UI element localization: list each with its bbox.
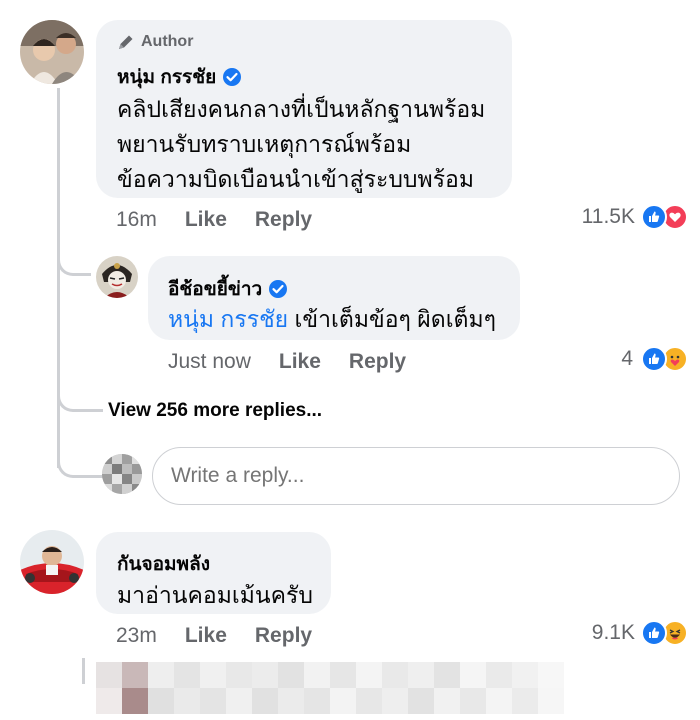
comment-actions: 16m Like Reply: [116, 208, 312, 232]
reply-input[interactable]: [152, 447, 680, 505]
thread-curve-input: [57, 440, 103, 478]
like-reaction-icon: [641, 204, 667, 230]
reaction-summary[interactable]: 4: [621, 346, 688, 372]
reply-actions: Just now Like Reply: [168, 350, 406, 374]
reply-text: หนุ่ม กรรชัย เข้าเต็มข้อๆ ผิดเต็มๆ: [168, 302, 496, 338]
reply-text-body: เข้าเต็มข้อๆ ผิดเต็มๆ: [288, 306, 497, 332]
avatar[interactable]: [96, 256, 138, 298]
like-reaction-icon: [641, 620, 667, 646]
reply-button[interactable]: Reply: [349, 350, 406, 374]
reaction-count[interactable]: 4: [621, 347, 633, 371]
comment-text-line: พยานรับทราบเหตุการณ์พร้อม: [117, 131, 412, 157]
timestamp[interactable]: 23m: [116, 624, 157, 648]
like-button[interactable]: Like: [279, 350, 321, 374]
verified-badge-icon: [223, 68, 242, 86]
avatar[interactable]: [20, 20, 84, 84]
comment-text: มาอ่านคอมเม้นครับ: [117, 582, 313, 608]
view-more-replies[interactable]: View 256 more replies...: [108, 400, 322, 422]
author-badge: Author: [117, 33, 193, 51]
comment-text-line: คลิปเสียงคนกลางที่เป็นหลักฐานพร้อม: [117, 96, 486, 122]
pencil-icon: [119, 35, 133, 49]
timestamp[interactable]: 16m: [116, 208, 157, 232]
avatar[interactable]: [20, 530, 84, 594]
comment-actions: 23m Like Reply: [116, 624, 312, 648]
thread-line: [57, 88, 60, 468]
like-button[interactable]: Like: [185, 624, 227, 648]
verified-badge-icon: [269, 280, 288, 298]
blurred-content: [96, 662, 566, 714]
thread-curve-view-more: [57, 370, 103, 412]
reaction-count[interactable]: 11.5K: [582, 205, 635, 229]
reaction-summary[interactable]: 9.1K: [592, 620, 688, 646]
reaction-count[interactable]: 9.1K: [592, 621, 635, 645]
comment-text: คลิปเสียงคนกลางที่เป็นหลักฐานพร้อม พยานร…: [117, 92, 485, 197]
timestamp[interactable]: Just now: [168, 350, 251, 374]
thread-curve-reply: [57, 236, 91, 276]
comment-text-line: ข้อความบิดเบือนนำเข้าสู่ระบบพร้อม: [117, 166, 475, 192]
commenter-name[interactable]: กันจอมพลัง: [117, 549, 210, 579]
reaction-summary[interactable]: 11.5K: [582, 204, 688, 230]
mention-link[interactable]: หนุ่ม กรรชัย: [168, 306, 288, 332]
current-user-avatar: [102, 454, 142, 494]
commenter-name[interactable]: หนุ่ม กรรชัย: [117, 62, 242, 92]
like-button[interactable]: Like: [185, 208, 227, 232]
thread-line-2: [82, 658, 85, 684]
reply-button[interactable]: Reply: [255, 208, 312, 232]
like-reaction-icon: [641, 346, 667, 372]
reply-button[interactable]: Reply: [255, 624, 312, 648]
commenter-name[interactable]: อีช้อขยี้ข่าว: [168, 274, 288, 304]
